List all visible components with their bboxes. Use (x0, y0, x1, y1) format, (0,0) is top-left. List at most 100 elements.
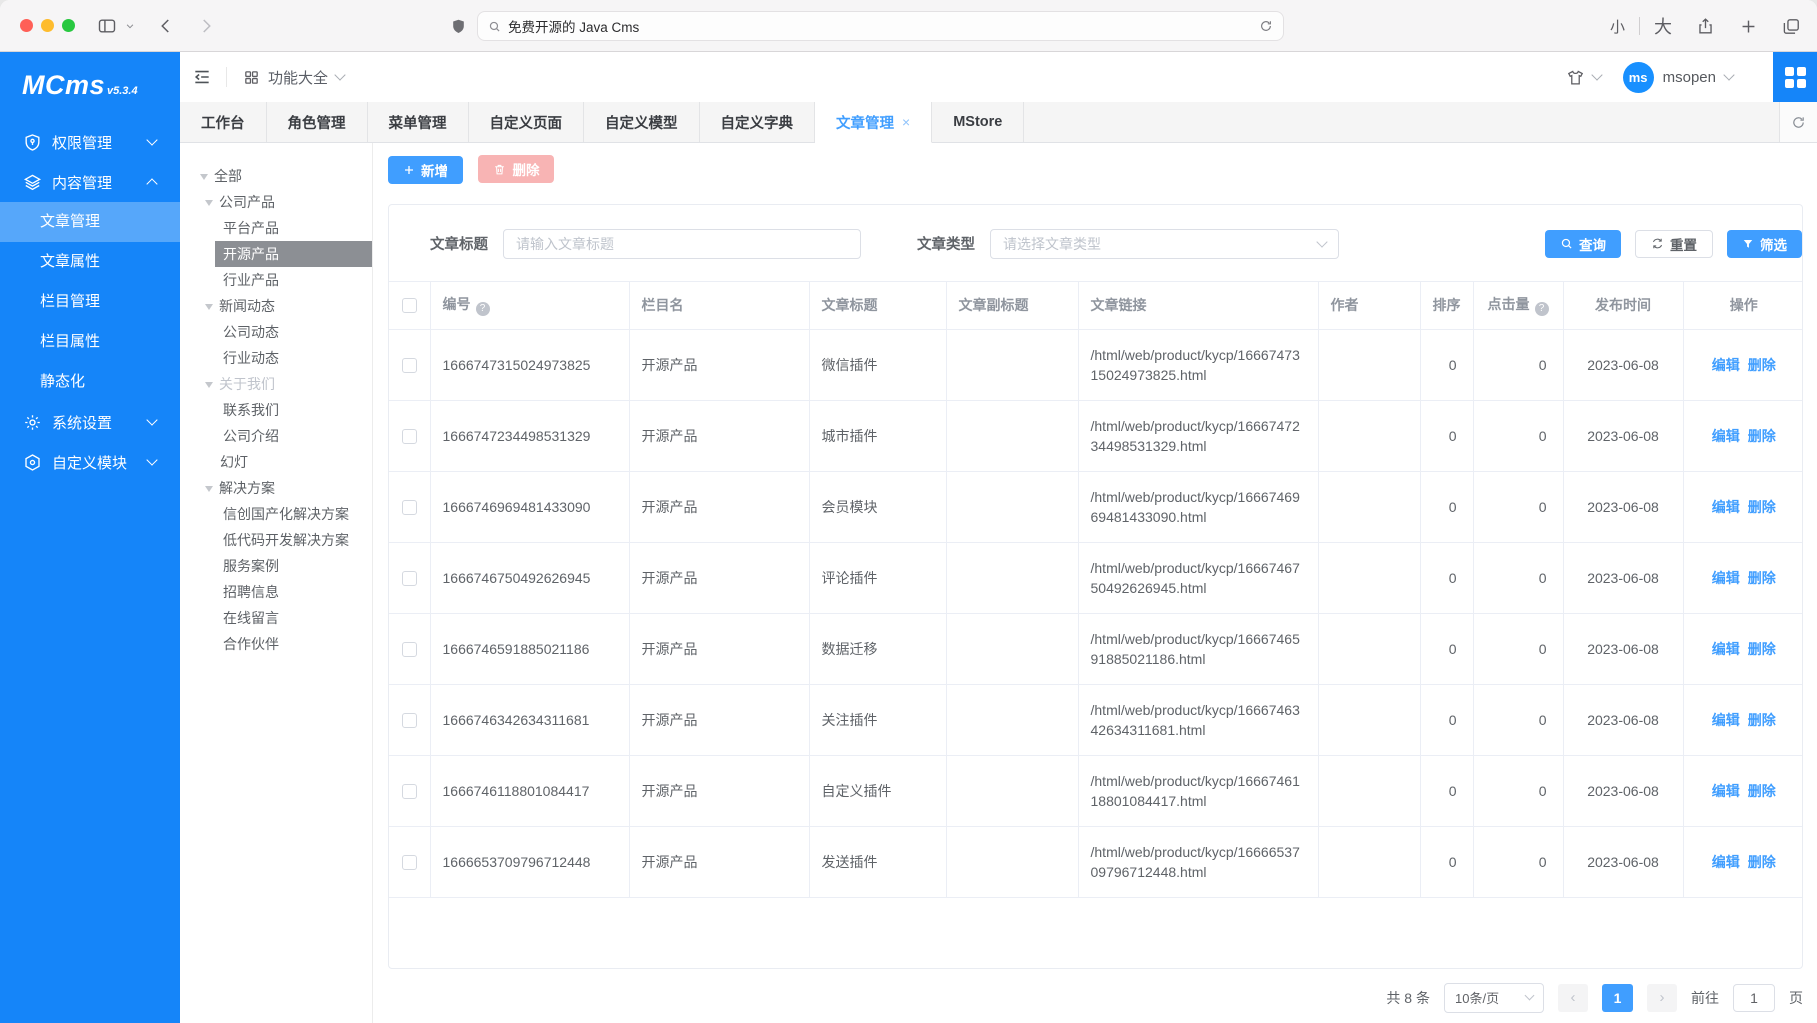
privacy-shield-icon[interactable] (450, 18, 467, 35)
tree-node-信创国产化解决方案[interactable]: 信创国产化解决方案 (180, 501, 372, 527)
edit-link[interactable]: 编辑 (1712, 783, 1740, 799)
tree-node-在线留言[interactable]: 在线留言 (180, 605, 372, 631)
sidebar-item-内容管理[interactable]: 内容管理 (0, 162, 180, 202)
apps-grid-button[interactable] (1773, 52, 1817, 102)
reload-icon[interactable] (1259, 19, 1273, 33)
app-menu-entry[interactable]: 功能大全 (243, 67, 344, 88)
theme-switcher[interactable] (1566, 68, 1601, 87)
delete-link[interactable]: 删除 (1748, 783, 1776, 799)
row-checkbox[interactable] (402, 713, 417, 728)
tree-node-服务案例[interactable]: 服务案例 (180, 553, 372, 579)
tree-node-平台产品[interactable]: 平台产品 (180, 215, 372, 241)
tab-overview-icon[interactable] (1782, 17, 1801, 36)
tab-角色管理[interactable]: 角色管理 (267, 102, 368, 142)
new-tab-icon[interactable] (1739, 17, 1758, 36)
help-icon[interactable]: ? (1535, 302, 1549, 316)
tree-node-关于我们[interactable]: 关于我们 (180, 371, 372, 397)
sidebar-subitem-栏目属性[interactable]: 栏目属性 (0, 322, 180, 362)
row-checkbox[interactable] (402, 500, 417, 515)
edit-link[interactable]: 编辑 (1712, 641, 1740, 657)
tree-caret-icon[interactable] (200, 173, 214, 180)
delete-link[interactable]: 删除 (1748, 357, 1776, 373)
filter-button[interactable]: 筛选 (1727, 230, 1802, 258)
close-window-button[interactable] (20, 19, 33, 32)
tree-node-幻灯[interactable]: 幻灯 (180, 449, 372, 475)
text-size-larger-button[interactable]: 大 (1654, 13, 1672, 39)
edit-link[interactable]: 编辑 (1712, 712, 1740, 728)
help-icon[interactable]: ? (476, 302, 490, 316)
sidebar-subitem-文章管理[interactable]: 文章管理 (0, 202, 180, 242)
reset-button[interactable]: 重置 (1635, 230, 1713, 258)
delete-link[interactable]: 删除 (1748, 570, 1776, 586)
tab-菜单管理[interactable]: 菜单管理 (368, 102, 469, 142)
next-page-button[interactable]: › (1647, 984, 1677, 1012)
chevron-down-icon[interactable] (125, 21, 135, 31)
row-checkbox[interactable] (402, 429, 417, 444)
tree-node-全部[interactable]: 全部 (180, 163, 372, 189)
tree-node-合作伙伴[interactable]: 合作伙伴 (180, 631, 372, 657)
tab-自定义字典[interactable]: 自定义字典 (700, 102, 816, 142)
tree-node-招聘信息[interactable]: 招聘信息 (180, 579, 372, 605)
address-bar[interactable]: 免费开源的 Java Cms (477, 11, 1284, 41)
tree-node-公司动态[interactable]: 公司动态 (180, 319, 372, 345)
tree-node-联系我们[interactable]: 联系我们 (180, 397, 372, 423)
sidebar-item-系统设置[interactable]: 系统设置 (0, 402, 180, 442)
delete-link[interactable]: 删除 (1748, 499, 1776, 515)
page-button-1[interactable]: 1 (1602, 984, 1633, 1012)
edit-link[interactable]: 编辑 (1712, 357, 1740, 373)
row-checkbox[interactable] (402, 358, 417, 373)
row-checkbox[interactable] (402, 571, 417, 586)
back-button[interactable] (157, 17, 175, 35)
add-button[interactable]: 新增 (388, 156, 463, 184)
tree-caret-icon[interactable] (205, 199, 219, 206)
refresh-tab-button[interactable] (1779, 102, 1817, 142)
edit-link[interactable]: 编辑 (1712, 499, 1740, 515)
select-all-checkbox[interactable] (402, 298, 417, 313)
tree-node-解决方案[interactable]: 解决方案 (180, 475, 372, 501)
row-checkbox[interactable] (402, 784, 417, 799)
delete-link[interactable]: 删除 (1748, 641, 1776, 657)
page-size-select[interactable]: 10条/页 (1444, 983, 1544, 1013)
type-filter-select[interactable]: 请选择文章类型 (990, 229, 1339, 259)
zoom-window-button[interactable] (62, 19, 75, 32)
tab-自定义模型[interactable]: 自定义模型 (584, 102, 700, 142)
tree-caret-icon[interactable] (205, 303, 219, 310)
search-button[interactable]: 查询 (1545, 230, 1621, 258)
tree-node-新闻动态[interactable]: 新闻动态 (180, 293, 372, 319)
tree-node-公司产品[interactable]: 公司产品 (180, 189, 372, 215)
minimize-window-button[interactable] (41, 19, 54, 32)
tree-caret-icon[interactable] (205, 485, 219, 492)
sidebar-toggle-icon[interactable] (97, 16, 117, 36)
edit-link[interactable]: 编辑 (1712, 570, 1740, 586)
delete-link[interactable]: 删除 (1748, 854, 1776, 870)
tree-node-低代码开发解决方案[interactable]: 低代码开发解决方案 (180, 527, 372, 553)
delete-button[interactable]: 删除 (478, 155, 554, 183)
tab-文章管理[interactable]: 文章管理× (815, 102, 932, 143)
tree-node-行业产品[interactable]: 行业产品 (180, 267, 372, 293)
sidebar-subitem-静态化[interactable]: 静态化 (0, 362, 180, 402)
user-menu[interactable]: ms msopen (1623, 62, 1733, 93)
row-checkbox[interactable] (402, 642, 417, 657)
tab-工作台[interactable]: 工作台 (180, 102, 267, 142)
sidebar-item-自定义模块[interactable]: 自定义模块 (0, 442, 180, 482)
delete-link[interactable]: 删除 (1748, 712, 1776, 728)
sidebar-item-权限管理[interactable]: 权限管理 (0, 122, 180, 162)
edit-link[interactable]: 编辑 (1712, 428, 1740, 444)
prev-page-button[interactable]: ‹ (1558, 984, 1588, 1012)
text-size-smaller-button[interactable]: 小 (1610, 16, 1625, 37)
close-icon[interactable]: × (902, 114, 910, 130)
tree-node-行业动态[interactable]: 行业动态 (180, 345, 372, 371)
tree-node-公司介绍[interactable]: 公司介绍 (180, 423, 372, 449)
sidebar-subitem-栏目管理[interactable]: 栏目管理 (0, 282, 180, 322)
tree-caret-icon[interactable] (205, 381, 219, 388)
tree-node-开源产品[interactable]: 开源产品 (215, 241, 372, 267)
sidebar-subitem-文章属性[interactable]: 文章属性 (0, 242, 180, 282)
row-checkbox[interactable] (402, 855, 417, 870)
delete-link[interactable]: 删除 (1748, 428, 1776, 444)
tab-自定义页面[interactable]: 自定义页面 (469, 102, 585, 142)
forward-button[interactable] (197, 17, 215, 35)
edit-link[interactable]: 编辑 (1712, 854, 1740, 870)
menu-fold-icon[interactable] (192, 67, 212, 87)
goto-page-input[interactable] (1733, 984, 1775, 1012)
title-filter-input[interactable] (503, 229, 861, 259)
